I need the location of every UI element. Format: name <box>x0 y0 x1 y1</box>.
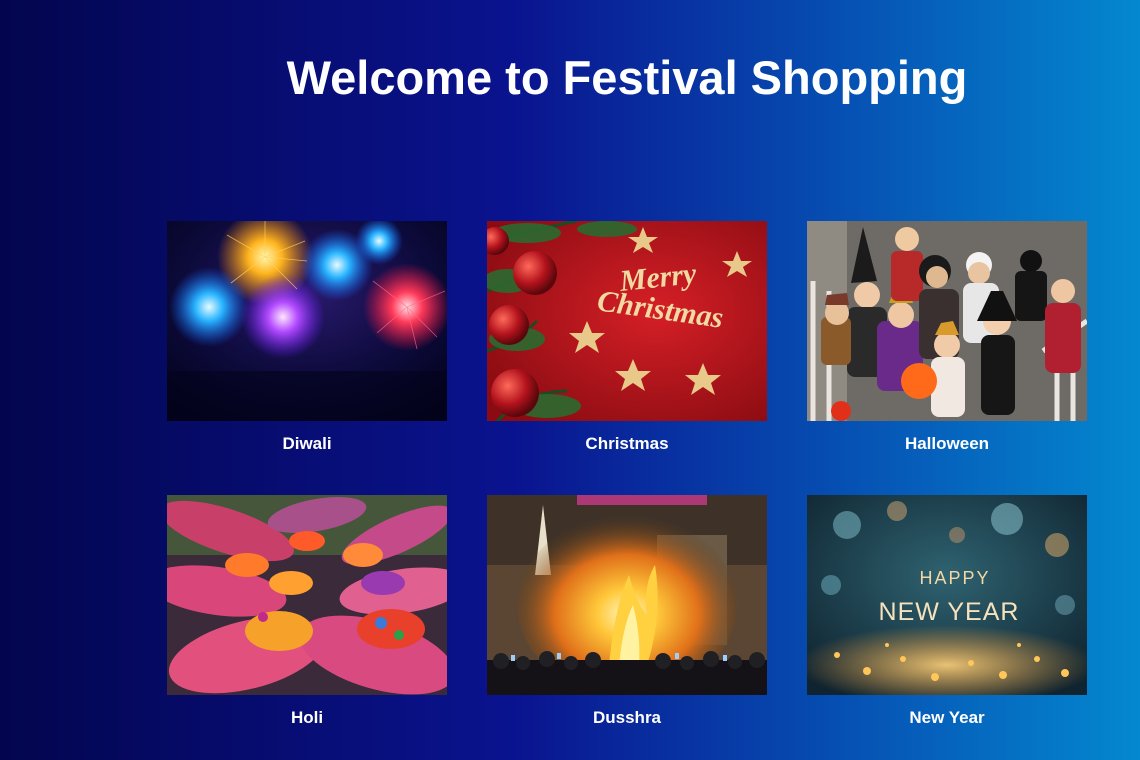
festival-card-dusshra[interactable]: Dusshra <box>487 495 767 729</box>
festival-card-new-year[interactable]: HAPPY NEW YEAR New Year <box>807 495 1087 729</box>
festival-label[interactable]: Holi <box>167 695 447 729</box>
festival-grid: Diwali Merry Christmas Christmas Hallowe… <box>167 221 1087 729</box>
new-year-sparkles-image[interactable]: HAPPY NEW YEAR <box>807 495 1087 695</box>
festival-label[interactable]: Dusshra <box>487 695 767 729</box>
dusshra-bonfire-image[interactable] <box>487 495 767 695</box>
festival-label[interactable]: New Year <box>807 695 1087 729</box>
christmas-card-image[interactable]: Merry Christmas <box>487 221 767 421</box>
festival-label[interactable]: Diwali <box>167 421 447 455</box>
festival-label[interactable]: Halloween <box>807 421 1087 455</box>
page-title: Welcome to Festival Shopping <box>286 51 968 104</box>
festival-card-christmas[interactable]: Merry Christmas Christmas <box>487 221 767 455</box>
halloween-costumes-image[interactable] <box>807 221 1087 421</box>
festival-card-diwali[interactable]: Diwali <box>167 221 447 455</box>
festival-card-holi[interactable]: Holi <box>167 495 447 729</box>
new-year-image-text-happy: HAPPY <box>919 568 990 588</box>
new-year-image-text-new-year: NEW YEAR <box>879 598 1020 626</box>
diwali-fireworks-image[interactable] <box>167 221 447 421</box>
festival-card-halloween[interactable]: Halloween <box>807 221 1087 455</box>
holi-colors-image[interactable] <box>167 495 447 695</box>
festival-label[interactable]: Christmas <box>487 421 767 455</box>
